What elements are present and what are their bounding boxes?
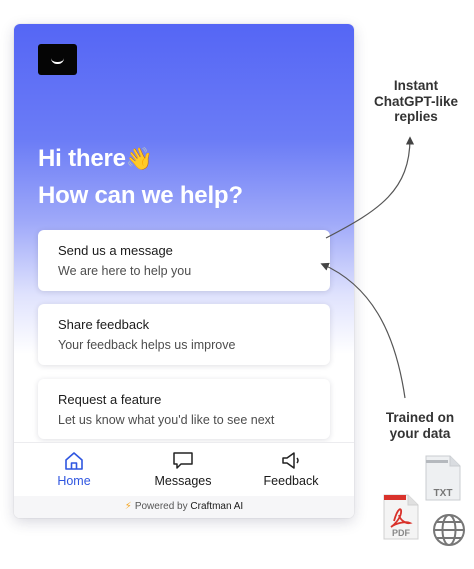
annotation-arrows xyxy=(320,136,415,399)
globe-icon xyxy=(433,514,465,546)
pdf-file-icon: PDF xyxy=(383,494,419,540)
arrow-to-widget-card xyxy=(320,262,406,399)
txt-file-icon: TXT xyxy=(425,455,461,501)
pdf-file-label: PDF xyxy=(392,528,411,538)
arrow-to-widget-top xyxy=(325,136,415,239)
txt-file-label: TXT xyxy=(434,488,453,499)
